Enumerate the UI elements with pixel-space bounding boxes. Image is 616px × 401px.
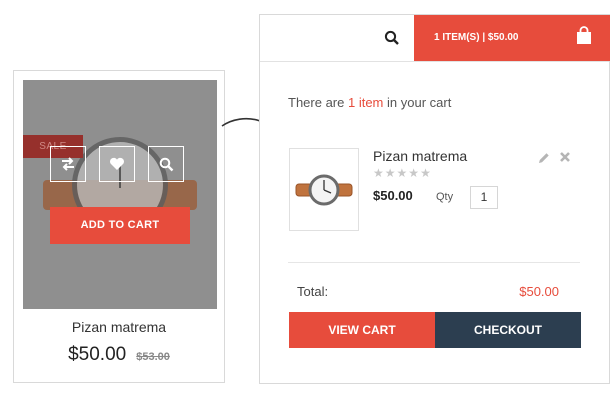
quick-view-button[interactable] [148,146,184,182]
mini-cart-panel: 1 ITEM(S) | $50.00 There are 1 item in y… [259,14,610,384]
product-price: $50.00 [68,344,127,365]
shopping-bag-icon [577,26,591,44]
compare-button[interactable] [50,146,86,182]
close-icon[interactable] [559,151,571,163]
wishlist-button[interactable] [99,146,135,182]
cart-item-price: $50.00 [373,188,413,203]
heart-icon [110,157,124,170]
product-actions [50,146,184,182]
cart-item-name[interactable]: Pizan matrema [373,148,467,164]
product-old-price: $53.00 [136,351,170,363]
star-icon: ★ [396,166,409,180]
edit-icon[interactable] [538,152,550,164]
cart-item-count: 1 item [347,95,384,110]
star-icon: ★ [420,166,432,180]
cart-message-prefix: There are [288,95,348,110]
compare-icon [62,157,74,171]
product-name[interactable]: Pizan matrema [14,319,224,335]
product-image[interactable]: SALE ADD TO CART [23,80,217,309]
add-to-cart-button[interactable]: ADD TO CART [50,207,190,244]
cart-summary-text: 1 ITEM(S) | $50.00 [434,32,519,43]
cart-item-thumbnail[interactable] [289,148,359,231]
total-label: Total: [297,284,329,299]
star-icon: ★ [384,166,397,180]
cart-divider [288,262,580,263]
cart-summary-button[interactable]: 1 ITEM(S) | $50.00 [414,15,610,61]
checkout-button[interactable]: CHECKOUT [435,312,581,348]
view-cart-button[interactable]: VIEW CART [289,312,435,348]
cart-header: 1 ITEM(S) | $50.00 [260,15,610,62]
rating-stars: ★★★★★ [373,166,432,180]
product-card: SALE ADD TO CART Pizan matrema $50.00 $5… [13,70,225,383]
search-icon [159,157,173,171]
search-icon[interactable] [384,30,400,46]
cart-message-suffix: in your cart [383,95,452,110]
watch-thumbnail-graphic [295,174,353,206]
price-row: $50.00 $53.00 [14,344,224,366]
quantity-input[interactable]: 1 [470,186,498,209]
star-icon: ★ [408,166,421,180]
qty-label: Qty [436,191,454,203]
cart-message: There are 1 item in your cart [288,95,451,110]
star-icon: ★ [373,166,385,180]
total-value: $50.00 [519,284,559,299]
